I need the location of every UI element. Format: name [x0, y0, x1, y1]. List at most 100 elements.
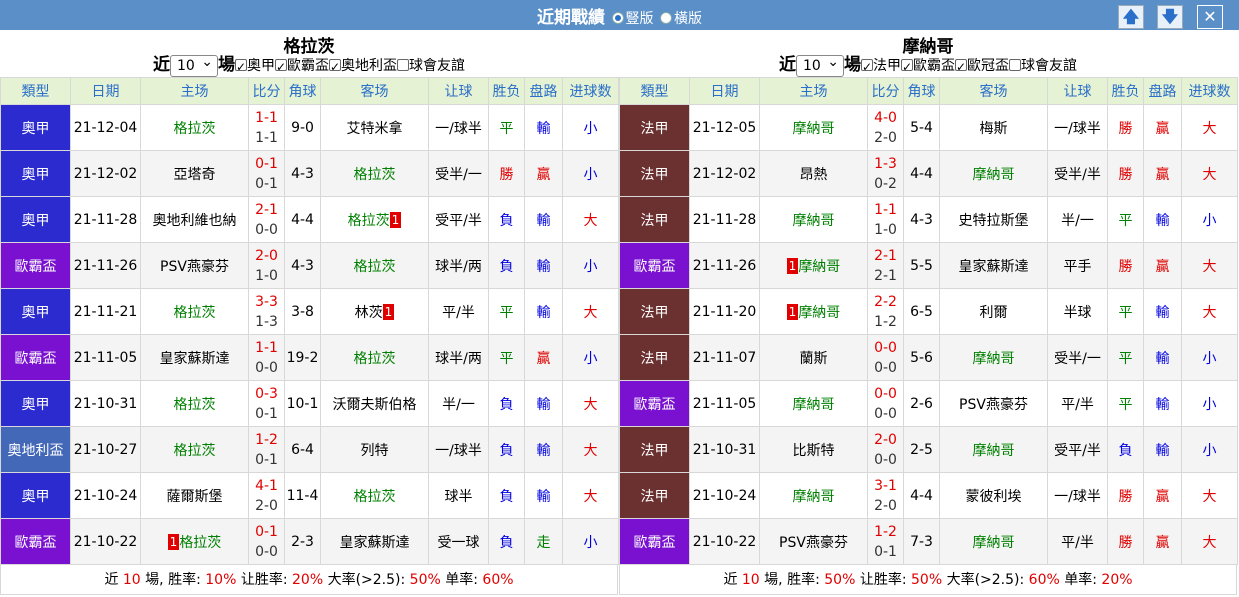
away-team-cell[interactable]: 利爾	[939, 288, 1048, 335]
table-row[interactable]: 歐霸盃 21-11-26 PSV燕豪芬 2-0 1-0 4-3 格拉茨 球半/两 …	[0, 242, 619, 289]
match-count-select[interactable]: 10	[796, 52, 844, 77]
table-row[interactable]: 奧甲 21-10-31 格拉茨 0-3 0-1 10-1 沃爾夫斯伯格 半/一 負…	[0, 380, 619, 427]
score-cell[interactable]: 1-2 0-1	[867, 518, 904, 565]
home-team-cell[interactable]: 摩納哥	[759, 472, 868, 519]
table-row[interactable]: 法甲 21-12-02 昂熱 1-3 0-2 4-4 摩納哥 受半/半 勝 贏 大	[619, 150, 1238, 197]
league-cell[interactable]: 法甲	[619, 196, 690, 243]
score-cell[interactable]: 1-2 0-1	[248, 426, 285, 473]
table-row[interactable]: 法甲 21-10-31 比斯特 2-0 0-0 2-5 摩納哥 受平/半 負 輸 …	[619, 426, 1238, 473]
score-cell[interactable]: 0-0 0-0	[867, 380, 904, 427]
table-row[interactable]: 法甲 21-11-20 1 摩納哥 2-2 1-2 6-5 利爾 半球 平 輸 大	[619, 288, 1238, 335]
match-count-select[interactable]: 10	[170, 52, 218, 77]
table-row[interactable]: 歐霸盃 21-10-22 PSV燕豪芬 1-2 0-1 7-3 摩納哥 平/半 勝…	[619, 518, 1238, 565]
home-team-cell[interactable]: 摩納哥	[759, 104, 868, 151]
table-row[interactable]: 奧甲 21-10-24 薩爾斯堡 4-1 2-0 11-4 格拉茨 球半 負 輸 …	[0, 472, 619, 519]
table-row[interactable]: 奧甲 21-11-21 格拉茨 3-3 1-3 3-8 林茨 1 平/半 平 輸 大	[0, 288, 619, 335]
league-cell[interactable]: 奧甲	[0, 150, 71, 197]
away-team-cell[interactable]: 艾特米拿	[320, 104, 429, 151]
league-cell[interactable]: 歐霸盃	[0, 334, 71, 381]
radio-vertical[interactable]	[611, 12, 624, 24]
table-row[interactable]: 歐霸盃 21-10-22 1 格拉茨 0-1 0-0 2-3 皇家蘇斯達 受一球 負…	[0, 518, 619, 565]
league-cell[interactable]: 法甲	[619, 288, 690, 335]
away-team-cell[interactable]: 史特拉斯堡	[939, 196, 1048, 243]
score-cell[interactable]: 4-1 2-0	[248, 472, 285, 519]
arrow-up-icon[interactable]: 🡅	[1118, 5, 1144, 29]
filter-checkbox[interactable]	[1009, 59, 1021, 71]
away-team-cell[interactable]: 摩納哥	[939, 334, 1048, 381]
home-team-cell[interactable]: 亞塔奇	[140, 150, 249, 197]
home-team-cell[interactable]: 奧地利維也納	[140, 196, 249, 243]
score-cell[interactable]: 2-0 1-0	[248, 242, 285, 289]
league-cell[interactable]: 奧甲	[0, 104, 71, 151]
home-team-cell[interactable]: 皇家蘇斯達	[140, 334, 249, 381]
table-row[interactable]: 法甲 21-11-28 摩納哥 1-1 1-0 4-3 史特拉斯堡 半/一 平 輸…	[619, 196, 1238, 243]
league-cell[interactable]: 歐霸盃	[0, 242, 71, 289]
home-team-cell[interactable]: 1 摩納哥	[759, 242, 868, 289]
away-team-cell[interactable]: 皇家蘇斯達	[320, 518, 429, 565]
table-row[interactable]: 歐霸盃 21-11-05 摩納哥 0-0 0-0 2-6 PSV燕豪芬 平/半 平…	[619, 380, 1238, 427]
table-row[interactable]: 奧甲 21-11-28 奧地利維也納 2-1 0-0 4-4 格拉茨 1 受平/半 …	[0, 196, 619, 243]
home-team-cell[interactable]: 摩納哥	[759, 380, 868, 427]
home-team-cell[interactable]: 薩爾斯堡	[140, 472, 249, 519]
league-cell[interactable]: 歐霸盃	[0, 518, 71, 565]
home-team-cell[interactable]: 格拉茨	[140, 380, 249, 427]
table-row[interactable]: 歐霸盃 21-11-05 皇家蘇斯達 1-1 0-0 19-2 格拉茨 球半/两 …	[0, 334, 619, 381]
league-cell[interactable]: 奧地利盃	[0, 426, 71, 473]
filter-checkbox[interactable]	[397, 59, 409, 71]
filter-checkbox[interactable]	[955, 56, 967, 78]
radio-horizontal[interactable]	[659, 12, 672, 24]
score-cell[interactable]: 0-1 0-1	[248, 150, 285, 197]
score-cell[interactable]: 0-0 0-0	[867, 334, 904, 381]
away-team-cell[interactable]: 格拉茨	[320, 472, 429, 519]
filter-checkbox[interactable]	[275, 56, 287, 78]
arrow-down-icon[interactable]: 🡇	[1157, 5, 1183, 29]
table-row[interactable]: 歐霸盃 21-11-26 1 摩納哥 2-1 2-1 5-5 皇家蘇斯達 平手 勝 …	[619, 242, 1238, 289]
score-cell[interactable]: 2-1 0-0	[248, 196, 285, 243]
table-row[interactable]: 奧甲 21-12-02 亞塔奇 0-1 0-1 4-3 格拉茨 受半/一 勝 贏 …	[0, 150, 619, 197]
score-cell[interactable]: 4-0 2-0	[867, 104, 904, 151]
score-cell[interactable]: 3-3 1-3	[248, 288, 285, 335]
score-cell[interactable]: 1-1 1-0	[867, 196, 904, 243]
close-icon[interactable]: ✕	[1197, 5, 1223, 29]
away-team-cell[interactable]: 皇家蘇斯達	[939, 242, 1048, 289]
away-team-cell[interactable]: 蒙彼利埃	[939, 472, 1048, 519]
home-team-cell[interactable]: 蘭斯	[759, 334, 868, 381]
league-cell[interactable]: 奧甲	[0, 196, 71, 243]
home-team-cell[interactable]: 昂熱	[759, 150, 868, 197]
away-team-cell[interactable]: 格拉茨	[320, 242, 429, 289]
league-cell[interactable]: 奧甲	[0, 380, 71, 427]
home-team-cell[interactable]: PSV燕豪芬	[759, 518, 868, 565]
score-cell[interactable]: 2-2 1-2	[867, 288, 904, 335]
score-cell[interactable]: 1-1 1-1	[248, 104, 285, 151]
away-team-cell[interactable]: 林茨 1	[320, 288, 429, 335]
filter-checkbox[interactable]	[329, 56, 341, 78]
score-cell[interactable]: 2-0 0-0	[867, 426, 904, 473]
league-cell[interactable]: 法甲	[619, 472, 690, 519]
away-team-cell[interactable]: 格拉茨	[320, 334, 429, 381]
league-cell[interactable]: 法甲	[619, 334, 690, 381]
score-cell[interactable]: 0-1 0-0	[248, 518, 285, 565]
home-team-cell[interactable]: 1 摩納哥	[759, 288, 868, 335]
score-cell[interactable]: 1-1 0-0	[248, 334, 285, 381]
away-team-cell[interactable]: 沃爾夫斯伯格	[320, 380, 429, 427]
league-cell[interactable]: 法甲	[619, 104, 690, 151]
away-team-cell[interactable]: 摩納哥	[939, 426, 1048, 473]
filter-checkbox[interactable]	[235, 56, 247, 78]
away-team-cell[interactable]: PSV燕豪芬	[939, 380, 1048, 427]
home-team-cell[interactable]: 摩納哥	[759, 196, 868, 243]
table-row[interactable]: 法甲 21-10-24 摩納哥 3-1 2-0 4-4 蒙彼利埃 一/球半 勝 贏…	[619, 472, 1238, 519]
league-cell[interactable]: 法甲	[619, 150, 690, 197]
score-cell[interactable]: 1-3 0-2	[867, 150, 904, 197]
league-cell[interactable]: 奧甲	[0, 472, 71, 519]
home-team-cell[interactable]: PSV燕豪芬	[140, 242, 249, 289]
home-team-cell[interactable]: 比斯特	[759, 426, 868, 473]
score-cell[interactable]: 0-3 0-1	[248, 380, 285, 427]
league-cell[interactable]: 法甲	[619, 426, 690, 473]
home-team-cell[interactable]: 1 格拉茨	[140, 518, 249, 565]
home-team-cell[interactable]: 格拉茨	[140, 104, 249, 151]
home-team-cell[interactable]: 格拉茨	[140, 426, 249, 473]
away-team-cell[interactable]: 列特	[320, 426, 429, 473]
home-team-cell[interactable]: 格拉茨	[140, 288, 249, 335]
away-team-cell[interactable]: 格拉茨	[320, 150, 429, 197]
table-row[interactable]: 奧甲 21-12-04 格拉茨 1-1 1-1 9-0 艾特米拿 一/球半 平 輸…	[0, 104, 619, 151]
